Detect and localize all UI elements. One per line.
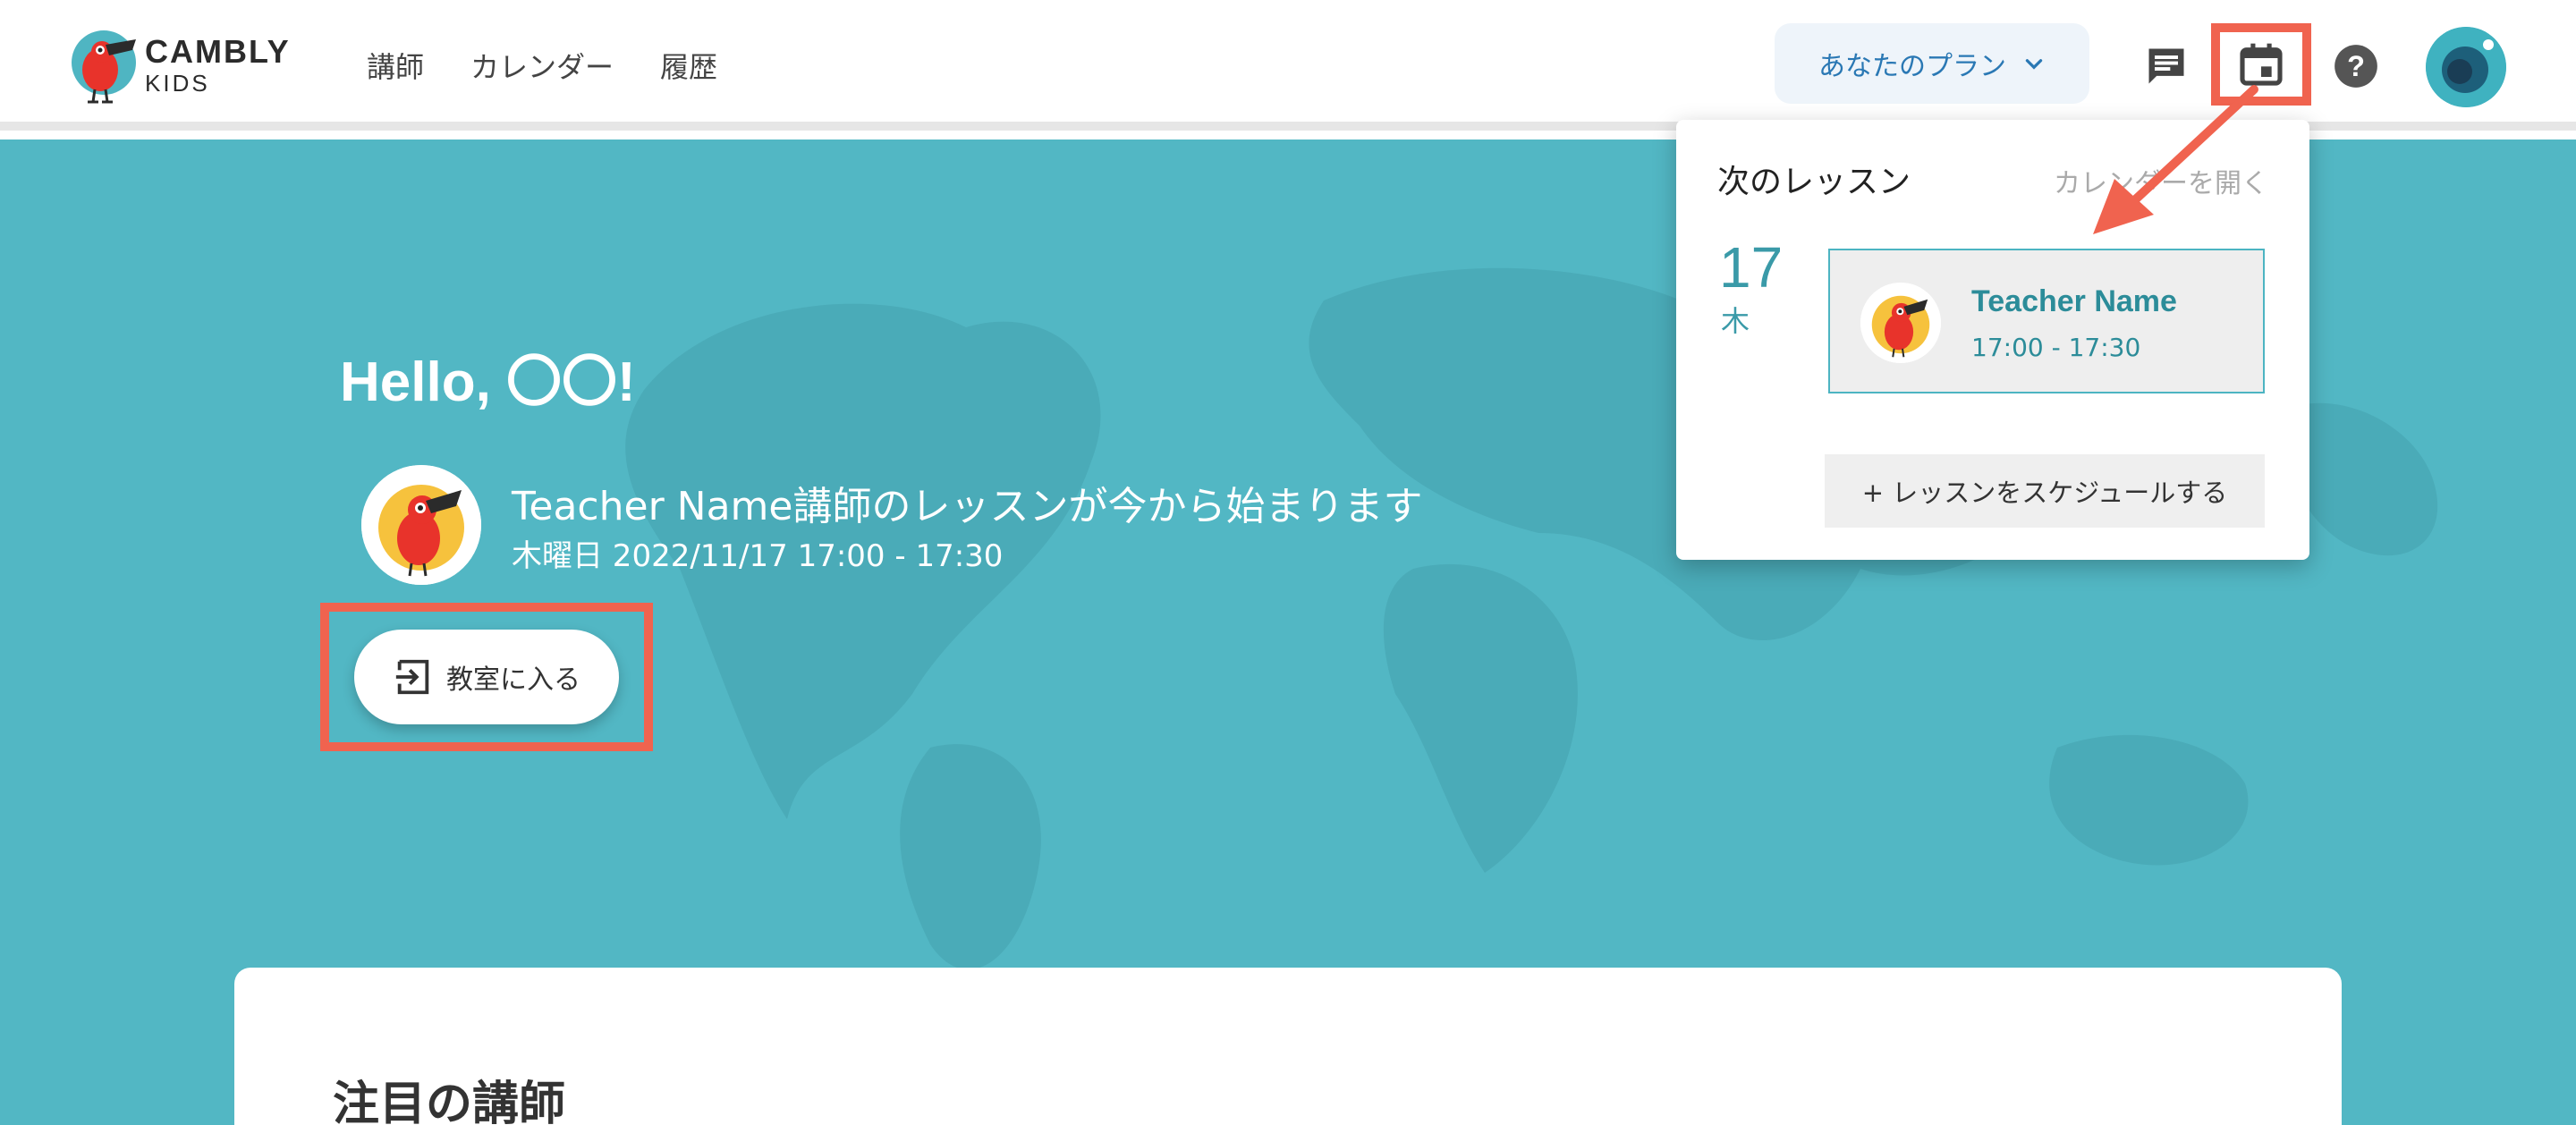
- toucan-logo-icon: [72, 30, 136, 104]
- your-plan-label: あなたのプラン: [1818, 51, 2006, 82]
- next-lesson-heading: 次のレッスン: [1717, 164, 1911, 200]
- cambly-kids-logo[interactable]: CAMBLY KIDS: [70, 25, 291, 106]
- schedule-lesson-button[interactable]: + レッスンをスケジュールする: [1825, 454, 2265, 528]
- nav-calendar[interactable]: カレンダー: [470, 45, 614, 86]
- nav-teachers[interactable]: 講師: [367, 45, 424, 86]
- svg-text:?: ?: [2347, 50, 2365, 82]
- your-plan-button[interactable]: あなたのプラン: [1775, 23, 2089, 104]
- enter-button-highlight-box: [320, 603, 653, 751]
- logo-text-cambly: CAMBLY: [145, 33, 291, 70]
- toucan-avatar-icon: [361, 465, 481, 585]
- featured-teachers-title: 注目の講師: [333, 1078, 566, 1125]
- featured-teachers-card: 注目の講師: [234, 968, 2342, 1125]
- teacher-name: Teacher Name: [1971, 284, 2177, 318]
- lesson-time-range: 17:00 - 17:30: [1971, 333, 2141, 362]
- nav-history[interactable]: 履歴: [660, 45, 717, 86]
- teacher-avatar-small: [1860, 283, 1941, 363]
- lesson-day-name: 木: [1721, 304, 1750, 338]
- lesson-start-message: Teacher Name講師のレッスンが今から始まります: [512, 484, 1423, 529]
- user-avatar[interactable]: [2426, 27, 2506, 107]
- avatar-graphic-icon: [2426, 27, 2506, 107]
- logo-text-kids: KIDS: [145, 70, 210, 97]
- lesson-day-number: 17: [1719, 235, 1784, 300]
- help-icon[interactable]: ?: [2333, 43, 2379, 89]
- next-lesson-card[interactable]: Teacher Name 17:00 - 17:30: [1828, 249, 2265, 393]
- teacher-avatar: [361, 465, 481, 585]
- annotation-arrow-icon: [2093, 85, 2258, 234]
- toucan-avatar-small-icon: [1860, 283, 1941, 363]
- lesson-datetime: 木曜日 2022/11/17 17:00 - 17:30: [512, 538, 1004, 574]
- greeting-heading: Hello, 〇〇!: [340, 351, 636, 413]
- chevron-down-icon: [2025, 59, 2043, 70]
- main-nav: 講師 カレンダー 履歴: [367, 45, 764, 86]
